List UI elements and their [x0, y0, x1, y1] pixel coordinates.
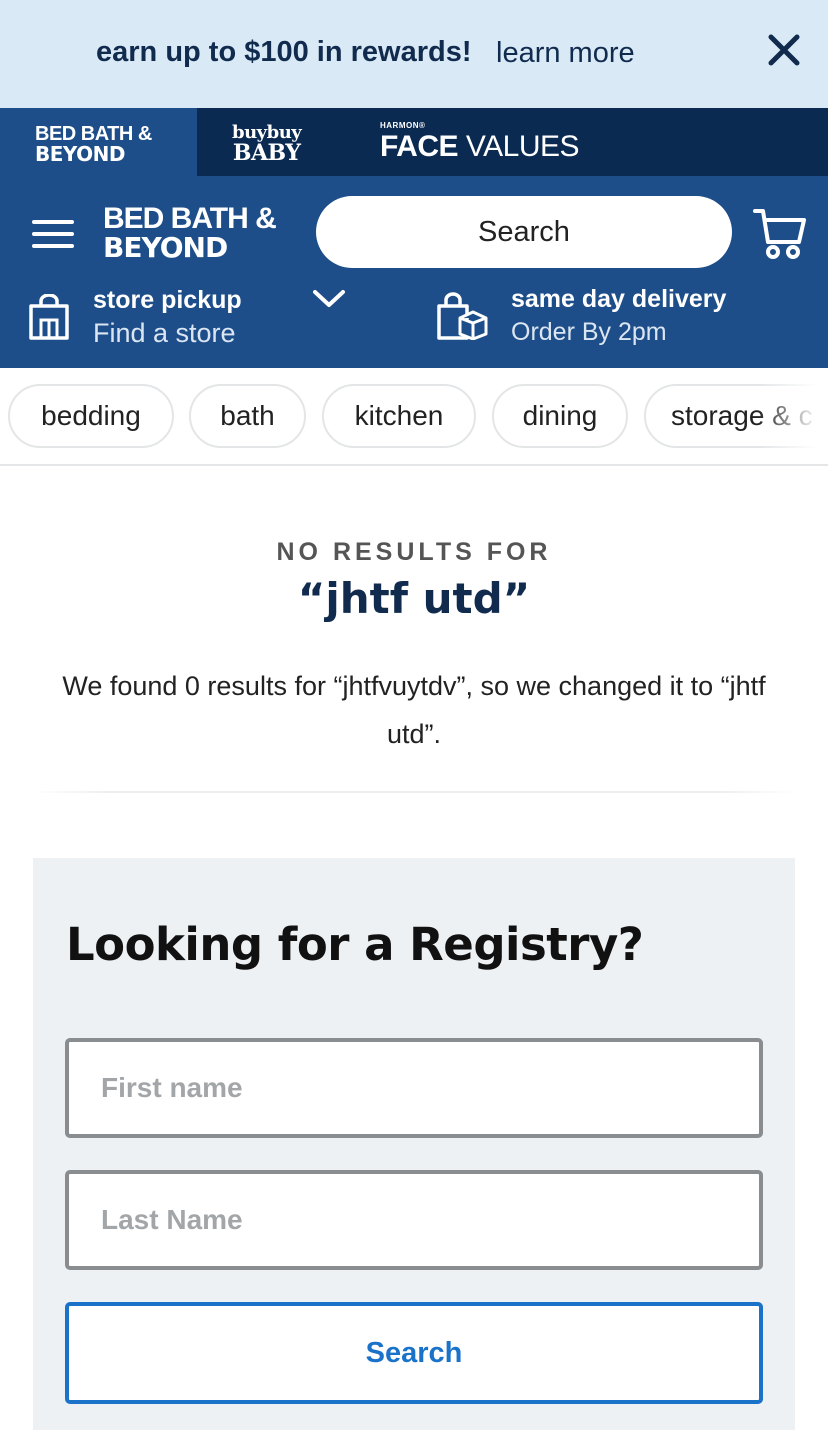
brand-tab-bed-bath-beyond[interactable]: BED BATH & BEYOND: [35, 124, 152, 164]
logo-line2: BEYOND: [103, 231, 228, 264]
registry-search-button[interactable]: Search: [65, 1302, 763, 1404]
site-logo[interactable]: BED BATH & BEYOND: [103, 202, 277, 264]
registry-title: Looking for a Registry?: [66, 918, 644, 971]
chips-fade: [758, 368, 828, 464]
category-chips: bedding bath kitchen dining storage & c: [0, 368, 828, 466]
chip-bath[interactable]: bath: [189, 384, 306, 448]
store-pickup-title[interactable]: store pickup: [93, 286, 242, 315]
same-day-delivery-title[interactable]: same day delivery: [511, 285, 726, 314]
hamburger-menu-icon[interactable]: [32, 218, 74, 250]
brand-tab-buybuy-baby[interactable]: buybuy BABY: [232, 124, 302, 166]
divider: [32, 791, 796, 793]
brand-fv-line2: FACE VALUES: [380, 130, 580, 163]
brand-bbb-line2: BEYOND: [35, 142, 126, 166]
chevron-down-icon[interactable]: [312, 288, 346, 310]
search-input[interactable]: Search: [316, 196, 732, 268]
box-bag-icon: [437, 292, 488, 340]
site-header: BED BATH & BEYOND Search store pickup Fi…: [0, 176, 828, 368]
brand-baby-line2: BABY: [232, 140, 301, 166]
brand-fv-face: FACE: [380, 130, 459, 163]
shopping-bag-icon: [29, 294, 69, 340]
chip-kitchen[interactable]: kitchen: [322, 384, 476, 448]
chip-bedding[interactable]: bedding: [8, 384, 174, 448]
no-results-description: We found 0 results for “jhtfvuytdv”, so …: [62, 671, 766, 749]
chip-dining[interactable]: dining: [492, 384, 628, 448]
brand-bar: BED BATH & BEYOND buybuy BABY HARMON® FA…: [0, 108, 828, 176]
promo-banner: earn up to $100 in rewards! learn more: [0, 0, 828, 108]
first-name-field[interactable]: First name: [65, 1038, 763, 1138]
brand-tab-face-values[interactable]: HARMON® FACE VALUES: [380, 121, 580, 163]
order-by-text: Order By 2pm: [511, 318, 667, 346]
promo-text: earn up to $100 in rewards!: [96, 36, 472, 68]
brand-fv-line1: HARMON®: [380, 121, 426, 130]
no-results-label: NO RESULTS FOR: [276, 538, 552, 566]
last-name-field[interactable]: Last Name: [65, 1170, 763, 1270]
learn-more-link[interactable]: learn more: [496, 37, 635, 70]
logo-line1: BED BATH &: [103, 202, 277, 235]
registry-search-card: Looking for a Registry? First name Last …: [33, 858, 795, 1430]
find-a-store-link[interactable]: Find a store: [93, 318, 236, 349]
brand-fv-values: VALUES: [458, 130, 580, 163]
search-term: “jhtf utd”: [297, 574, 531, 623]
cart-icon[interactable]: [752, 206, 808, 260]
brand-bbb-line1: BED BATH &: [35, 123, 152, 145]
close-icon[interactable]: [762, 28, 806, 72]
